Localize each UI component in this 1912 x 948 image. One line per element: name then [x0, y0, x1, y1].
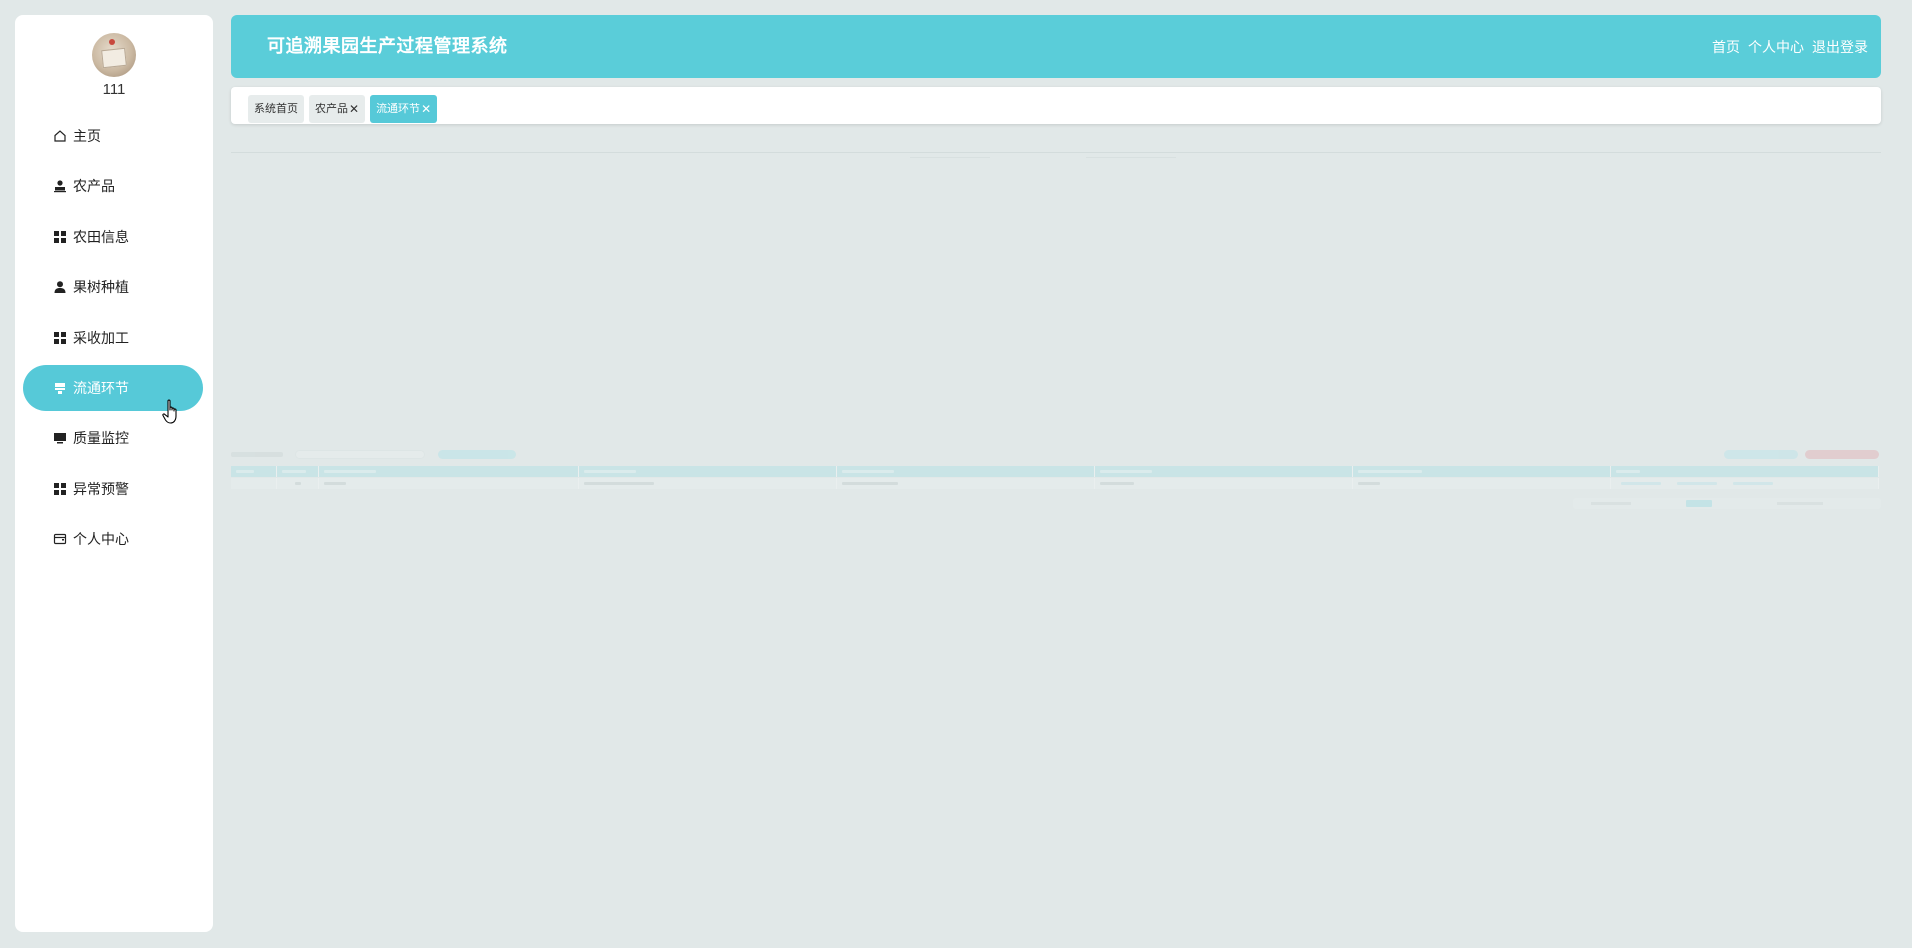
- sidebar-item-label: 主页: [73, 128, 101, 144]
- profile-link[interactable]: 个人中心: [1748, 37, 1804, 57]
- avatar-dot: [109, 39, 115, 45]
- pagination-jump[interactable]: [1777, 502, 1823, 505]
- divider: [231, 152, 1881, 153]
- add-button[interactable]: [1724, 450, 1798, 459]
- table-cell: [319, 478, 579, 489]
- tab-label: 流通环节: [376, 103, 421, 115]
- home-link[interactable]: 首页: [1712, 37, 1740, 57]
- sidebar-item-label: 个人中心: [73, 531, 129, 548]
- delete-button[interactable]: [1805, 450, 1879, 459]
- flow-icon: [53, 381, 67, 395]
- divider: [910, 157, 990, 158]
- table-header-cell: [1353, 466, 1611, 477]
- table-cell: [1095, 478, 1353, 489]
- table-cell: [277, 478, 319, 489]
- person-icon: [53, 280, 67, 294]
- pagination: [1573, 498, 1881, 509]
- sidebar-item-label: 农田信息: [73, 228, 129, 245]
- sidebar-item-label: 果树种植: [73, 279, 129, 296]
- table-header-cell: [1611, 466, 1879, 477]
- table-cell: [579, 478, 837, 489]
- header-links: 首页 个人中心 退出登录: [1712, 37, 1868, 57]
- table-cell: [837, 478, 1095, 489]
- tab-list: 系统首页 农产品 ✕ 流通环节 ✕: [248, 95, 438, 123]
- pagination-total: [1591, 502, 1631, 505]
- search-button[interactable]: [438, 450, 516, 459]
- tab-label: 系统首页: [254, 103, 298, 115]
- grid-icon: [53, 482, 67, 496]
- search-toolbar: [231, 450, 1881, 462]
- wallet-icon: [53, 532, 67, 546]
- grid-icon: [53, 331, 67, 345]
- sidebar-item-planting[interactable]: 果树种植: [23, 264, 203, 310]
- table-row[interactable]: [231, 478, 1879, 489]
- app-title: 可追溯果园生产过程管理系统: [267, 36, 508, 56]
- tab-circulation[interactable]: 流通环节 ✕: [370, 95, 438, 123]
- sidebar-item-farmland[interactable]: 农田信息: [23, 214, 203, 260]
- search-input[interactable]: [295, 450, 425, 459]
- sidebar-item-label: 流通环节: [73, 379, 129, 396]
- home-icon: [53, 129, 67, 143]
- hand-cursor-icon: [162, 399, 177, 424]
- data-table: [231, 466, 1879, 489]
- pagination-current-page[interactable]: [1686, 500, 1712, 507]
- close-icon[interactable]: ✕: [421, 95, 431, 123]
- sidebar-item-home[interactable]: 主页: [23, 113, 203, 159]
- table-header-cell: [231, 466, 277, 477]
- table-header-cell: [579, 466, 837, 477]
- table-header-row: [231, 466, 1879, 477]
- username: 111: [102, 81, 126, 98]
- sidebar-item-label: 质量监控: [73, 430, 129, 447]
- sidebar-item-label: 异常预警: [73, 480, 129, 497]
- monitor-icon: [53, 431, 67, 445]
- sidebar-item-warning[interactable]: 异常预警: [23, 466, 203, 512]
- sidebar-item-harvest[interactable]: 采收加工: [23, 315, 203, 361]
- table-header-cell: [319, 466, 579, 477]
- close-icon[interactable]: ✕: [349, 95, 359, 123]
- table-header-cell: [277, 466, 319, 477]
- top-header: 可追溯果园生产过程管理系统 首页 个人中心 退出登录: [231, 15, 1881, 78]
- user-badge-icon: [53, 179, 67, 193]
- sidebar-menu: 主页 农产品 农田信息 果树种植 采收加工 流通环节 质量监控 异常预警 个人中…: [23, 113, 203, 567]
- avatar[interactable]: [92, 33, 136, 77]
- search-label: [231, 452, 283, 457]
- tab-home[interactable]: 系统首页: [248, 95, 304, 123]
- tab-label: 农产品: [315, 103, 348, 115]
- logout-link[interactable]: 退出登录: [1812, 37, 1868, 57]
- sidebar-item-label: 采收加工: [73, 329, 129, 346]
- tab-bar: 系统首页 农产品 ✕ 流通环节 ✕: [231, 87, 1881, 124]
- table-header-cell: [1095, 466, 1353, 477]
- table-cell: [231, 478, 277, 489]
- sidebar: 111 主页 农产品 农田信息 果树种植 采收加工 流通环节 质量监控 异常预警…: [15, 15, 213, 932]
- avatar-paper: [101, 47, 127, 69]
- table-cell: [1611, 478, 1879, 489]
- sidebar-item-profile[interactable]: 个人中心: [23, 516, 203, 562]
- table-cell: [1353, 478, 1611, 489]
- sidebar-item-products[interactable]: 农产品: [23, 163, 203, 209]
- grid-icon: [53, 230, 67, 244]
- divider: [1086, 157, 1176, 158]
- table-header-cell: [837, 466, 1095, 477]
- sidebar-item-label: 农产品: [73, 178, 115, 195]
- tab-products[interactable]: 农产品 ✕: [309, 95, 366, 123]
